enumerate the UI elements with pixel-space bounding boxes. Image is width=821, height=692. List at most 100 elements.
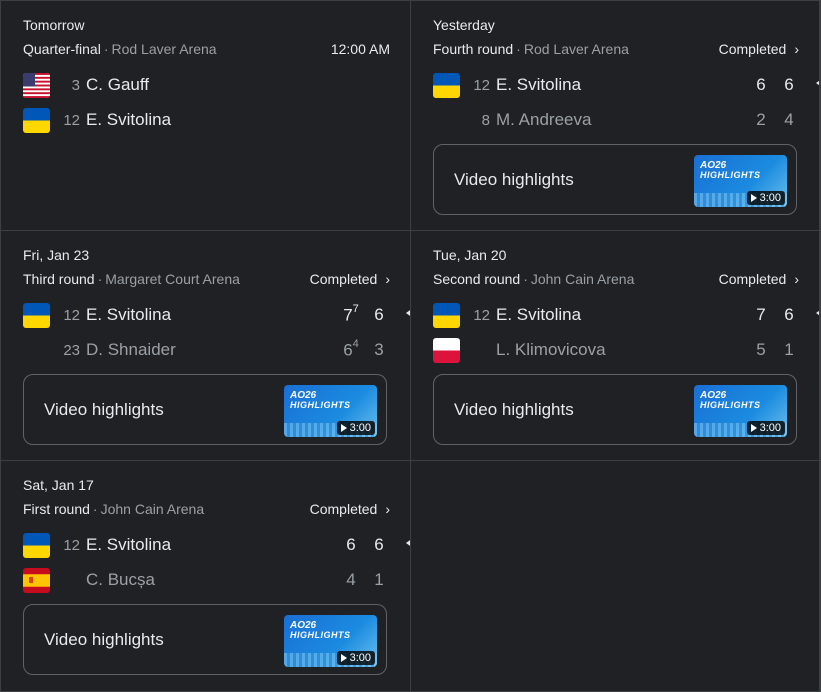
match-status: Completed <box>309 501 378 517</box>
set-scores: 64 3 <box>337 336 393 364</box>
player-row[interactable]: 12 E. Svitolina 77 6 <box>23 301 410 329</box>
video-highlights-card[interactable]: Video highlights AO26 HIGHLIGHTS 3:00 <box>433 144 797 215</box>
thumbnail-title: HIGHLIGHTS <box>700 400 761 410</box>
match-card[interactable]: Fri, Jan 23 Third round · Margaret Court A… <box>1 231 410 460</box>
play-icon <box>340 654 347 662</box>
player-row[interactable]: 12 E. Svitolina <box>23 106 393 134</box>
thumbnail-title: HIGHLIGHTS <box>290 630 351 640</box>
winner-indicator-icon <box>816 308 819 318</box>
es-flag-icon <box>23 567 50 593</box>
player-name: D. Shnaider <box>86 340 176 359</box>
video-highlights-label: Video highlights <box>454 400 574 419</box>
player-row[interactable]: 23 D. Shnaider 64 3 <box>23 336 393 364</box>
match-card[interactable]: Tomorrow Quarter-final · Rod Laver Arena 1… <box>1 1 410 230</box>
set-score: 7 <box>756 305 766 324</box>
set-score: 77 <box>343 302 359 325</box>
tiebreak-score: 7 <box>352 302 359 315</box>
player-name: C. Gauff <box>86 75 149 94</box>
round-label: Quarter-final <box>23 41 101 57</box>
flag-placeholder <box>433 108 460 133</box>
round-label: First round <box>23 501 90 517</box>
match-status: Completed <box>718 271 787 287</box>
set-score: 4 <box>346 570 356 589</box>
video-thumbnail[interactable]: AO26 HIGHLIGHTS 3:00 <box>284 385 377 437</box>
set-score: 2 <box>756 110 766 129</box>
match-date: Fri, Jan 23 <box>23 247 90 263</box>
video-highlights-card[interactable]: Video highlights AO26 HIGHLIGHTS 3:00 <box>23 374 387 445</box>
chevron-right-icon: › <box>385 501 390 517</box>
video-thumbnail[interactable]: AO26 HIGHLIGHTS 3:00 <box>694 155 787 207</box>
player-seed: 12 <box>473 76 490 94</box>
separator-dot: · <box>516 41 521 57</box>
us-flag-icon <box>23 72 50 98</box>
player-row[interactable]: 8 M. Andreeva 2 4 <box>433 106 803 134</box>
match-date: Yesterday <box>433 17 495 33</box>
set-scores: 24 <box>747 106 803 134</box>
set-score: 6 <box>756 75 766 94</box>
player-name: C. Bucșa <box>86 570 155 589</box>
thumbnail-title: HIGHLIGHTS <box>700 170 761 180</box>
completed-link[interactable]: Completed › <box>719 271 799 287</box>
match-status: Completed <box>309 271 378 287</box>
match-card[interactable]: Tue, Jan 20 Second round · John Cain Arena… <box>411 231 819 460</box>
player-seed: 23 <box>63 341 80 359</box>
player-seed: 12 <box>473 306 490 324</box>
ua-flag-icon <box>433 72 460 98</box>
player-row[interactable]: 3 C. Gauff <box>23 71 393 99</box>
ua-flag-icon <box>23 107 50 133</box>
video-duration: 3:00 <box>336 421 375 435</box>
set-scores: 41 <box>337 566 393 594</box>
play-icon <box>340 424 347 432</box>
chevron-right-icon: › <box>794 41 799 57</box>
player-row[interactable]: L. Klimovicova 5 1 <box>433 336 803 364</box>
set-score: 1 <box>374 570 384 589</box>
set-score: 3 <box>374 340 384 359</box>
match-date: Tomorrow <box>23 17 85 33</box>
chevron-right-icon: › <box>794 271 799 287</box>
separator-dot: · <box>103 41 109 57</box>
completed-link[interactable]: Completed › <box>310 271 390 287</box>
winner-indicator-icon <box>406 308 410 318</box>
round-venue: Third round · Margaret Court Arena <box>23 271 240 287</box>
round-venue: Fourth round · Rod Laver Arena <box>433 41 629 57</box>
player-row[interactable]: 12 E. Svitolina 6 6 <box>23 531 410 559</box>
set-score: 4 <box>784 110 794 129</box>
set-score: 5 <box>756 340 766 359</box>
video-thumbnail[interactable]: AO26 HIGHLIGHTS 3:00 <box>284 615 377 667</box>
match-status: Completed <box>718 41 787 57</box>
separator-dot: · <box>523 271 528 287</box>
player-row[interactable]: 12 E. Svitolina 6 6 <box>433 71 819 99</box>
set-scores: 66 <box>337 531 410 559</box>
round-venue: First round · John Cain Arena <box>23 501 204 517</box>
chevron-right-icon: › <box>385 271 390 287</box>
video-highlights-card[interactable]: Video highlights AO26 HIGHLIGHTS 3:00 <box>433 374 797 445</box>
match-card[interactable]: Sat, Jan 17 First round · John Cain Arena … <box>1 461 410 691</box>
set-score: 6 <box>374 305 384 324</box>
completed-link[interactable]: Completed › <box>719 41 799 57</box>
set-score: 64 <box>343 337 359 360</box>
player-row[interactable]: 12 E. Svitolina 7 6 <box>433 301 819 329</box>
player-seed: 3 <box>71 76 80 94</box>
flag-placeholder <box>23 338 50 363</box>
player-name: E. Svitolina <box>86 110 172 129</box>
player-seed: 12 <box>63 306 80 324</box>
player-row[interactable]: C. Bucșa 4 1 <box>23 566 393 594</box>
round-venue: Second round · John Cain Arena <box>433 271 634 287</box>
set-scores: 51 <box>747 336 803 364</box>
set-scores: 77 6 <box>337 301 410 329</box>
player-name: E. Svitolina <box>86 535 172 554</box>
match-date: Sat, Jan 17 <box>23 477 94 493</box>
round-venue: Quarter-final · Rod Laver Arena <box>23 41 217 57</box>
match-status: 12:00 AM <box>330 41 390 57</box>
ua-flag-icon <box>23 302 50 328</box>
video-thumbnail[interactable]: AO26 HIGHLIGHTS 3:00 <box>694 385 787 437</box>
completed-link[interactable]: Completed › <box>310 501 390 517</box>
match-card[interactable]: Yesterday Fourth round · Rod Laver Arena C… <box>411 1 819 230</box>
video-duration: 3:00 <box>746 421 785 435</box>
video-highlights-card[interactable]: Video highlights AO26 HIGHLIGHTS 3:00 <box>23 604 387 675</box>
set-score: 1 <box>784 340 794 359</box>
venue-label: John Cain Arena <box>100 501 205 517</box>
video-duration: 3:00 <box>336 651 375 665</box>
play-icon <box>750 424 757 432</box>
video-highlights-label: Video highlights <box>44 630 164 649</box>
